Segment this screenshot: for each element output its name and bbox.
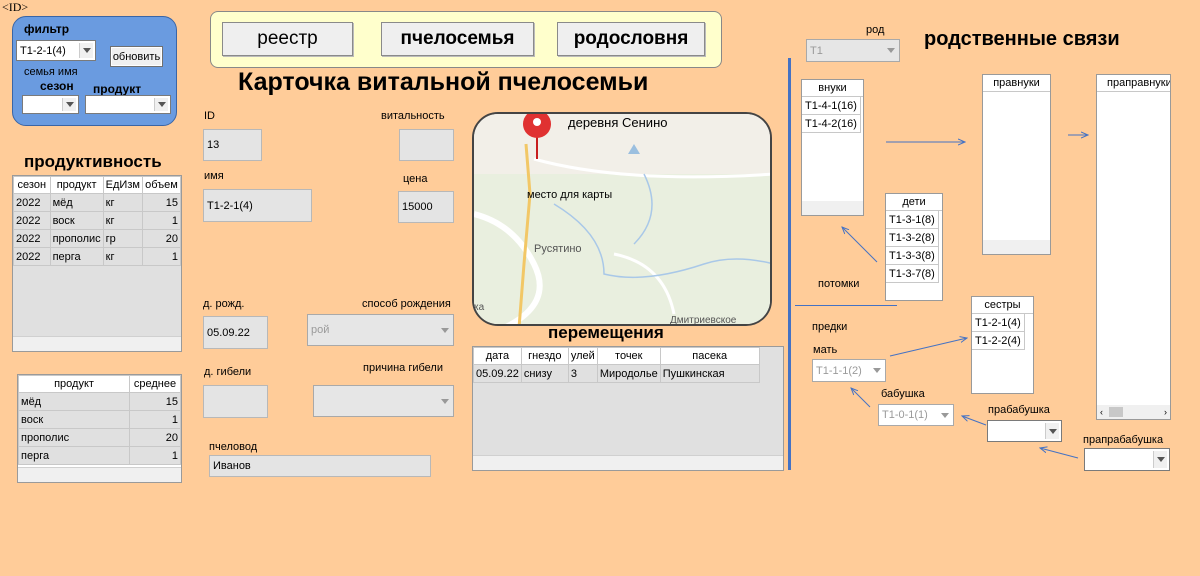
relation-arrows (0, 0, 1200, 459)
arrow-to-grandchildren (842, 227, 878, 263)
arrow-to-mother (851, 388, 871, 408)
arrow-to-grandmother (962, 416, 987, 426)
arrow-to-sisters (889, 338, 967, 357)
arrow-to-great-grandmother (1040, 448, 1079, 459)
